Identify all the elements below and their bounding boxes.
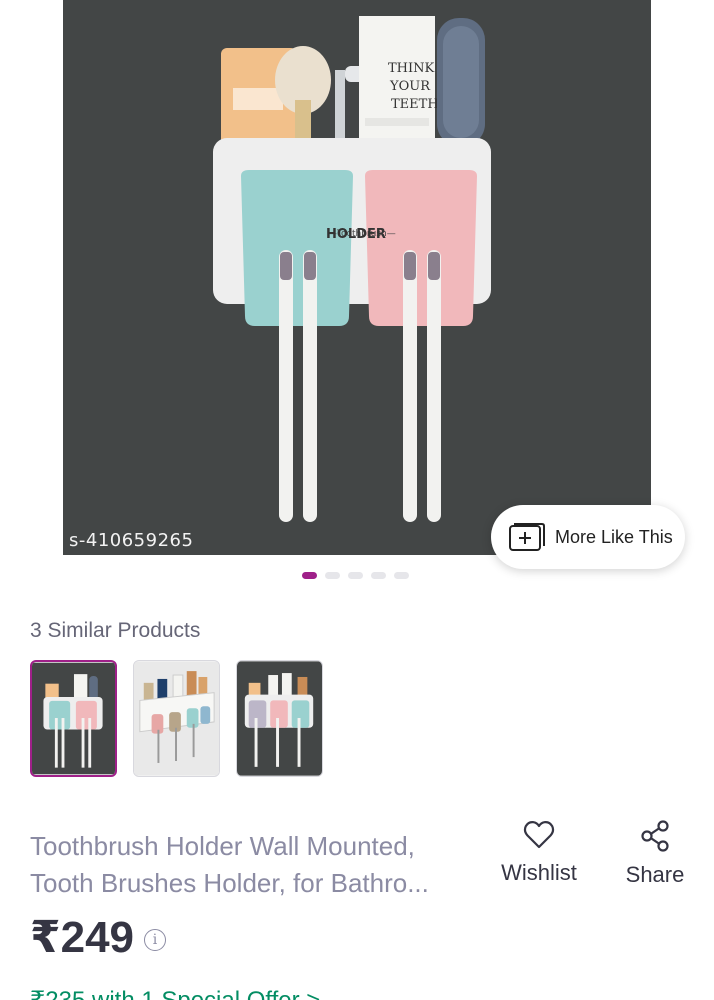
product-image[interactable]: THINK YOUR TEETH —Toothbrush— HOLDER s-4… (63, 0, 651, 555)
product-title-line-2: Tooth Brushes Holder, for Bathro... (30, 868, 429, 898)
product-title: Toothbrush Holder Wall Mounted, Tooth Br… (30, 828, 460, 902)
product-title-line-1: Toothbrush Holder Wall Mounted, (30, 831, 415, 861)
similar-products-title: 3 Similar Products (30, 619, 201, 642)
product-photo: THINK YOUR TEETH —Toothbrush— HOLDER (63, 0, 651, 555)
more-like-this-label: More Like This (555, 526, 673, 547)
special-offer-link[interactable]: ₹235 with 1 Special Offer > (30, 986, 320, 1000)
svg-text:HOLDER: HOLDER (326, 227, 386, 242)
carousel-dot-5[interactable] (394, 572, 409, 579)
toothbrush (279, 250, 293, 522)
more-like-this-icon (509, 523, 545, 551)
carousel-indicator (302, 572, 409, 579)
share-icon (641, 820, 669, 852)
carousel-dot-3[interactable] (348, 572, 363, 579)
price-row: ₹249 i (30, 912, 167, 963)
share-button[interactable]: Share (622, 820, 688, 888)
wishlist-button[interactable]: Wishlist (497, 820, 581, 886)
svg-text:YOUR: YOUR (389, 79, 431, 94)
similar-products-list (30, 660, 323, 777)
carousel-dot-1[interactable] (302, 572, 317, 579)
carousel-dot-4[interactable] (371, 572, 386, 579)
green-cup (241, 170, 353, 326)
heart-icon (523, 821, 555, 849)
similar-product-thumbnail-2[interactable] (133, 660, 220, 777)
similar-product-thumbnail-3[interactable] (236, 660, 323, 777)
more-like-this-button[interactable]: More Like This (491, 505, 685, 569)
product-sku: s-410659265 (69, 530, 194, 551)
carousel-dot-2[interactable] (325, 572, 340, 579)
pink-cup (365, 170, 477, 326)
share-label: Share (625, 862, 685, 887)
product-price: ₹249 (30, 913, 135, 962)
wishlist-label: Wishlist (501, 860, 577, 885)
svg-text:TEETH: TEETH (391, 97, 439, 112)
similar-product-thumbnail-1[interactable] (30, 660, 117, 777)
info-icon[interactable]: i (144, 928, 167, 951)
svg-text:THINK: THINK (388, 61, 435, 76)
